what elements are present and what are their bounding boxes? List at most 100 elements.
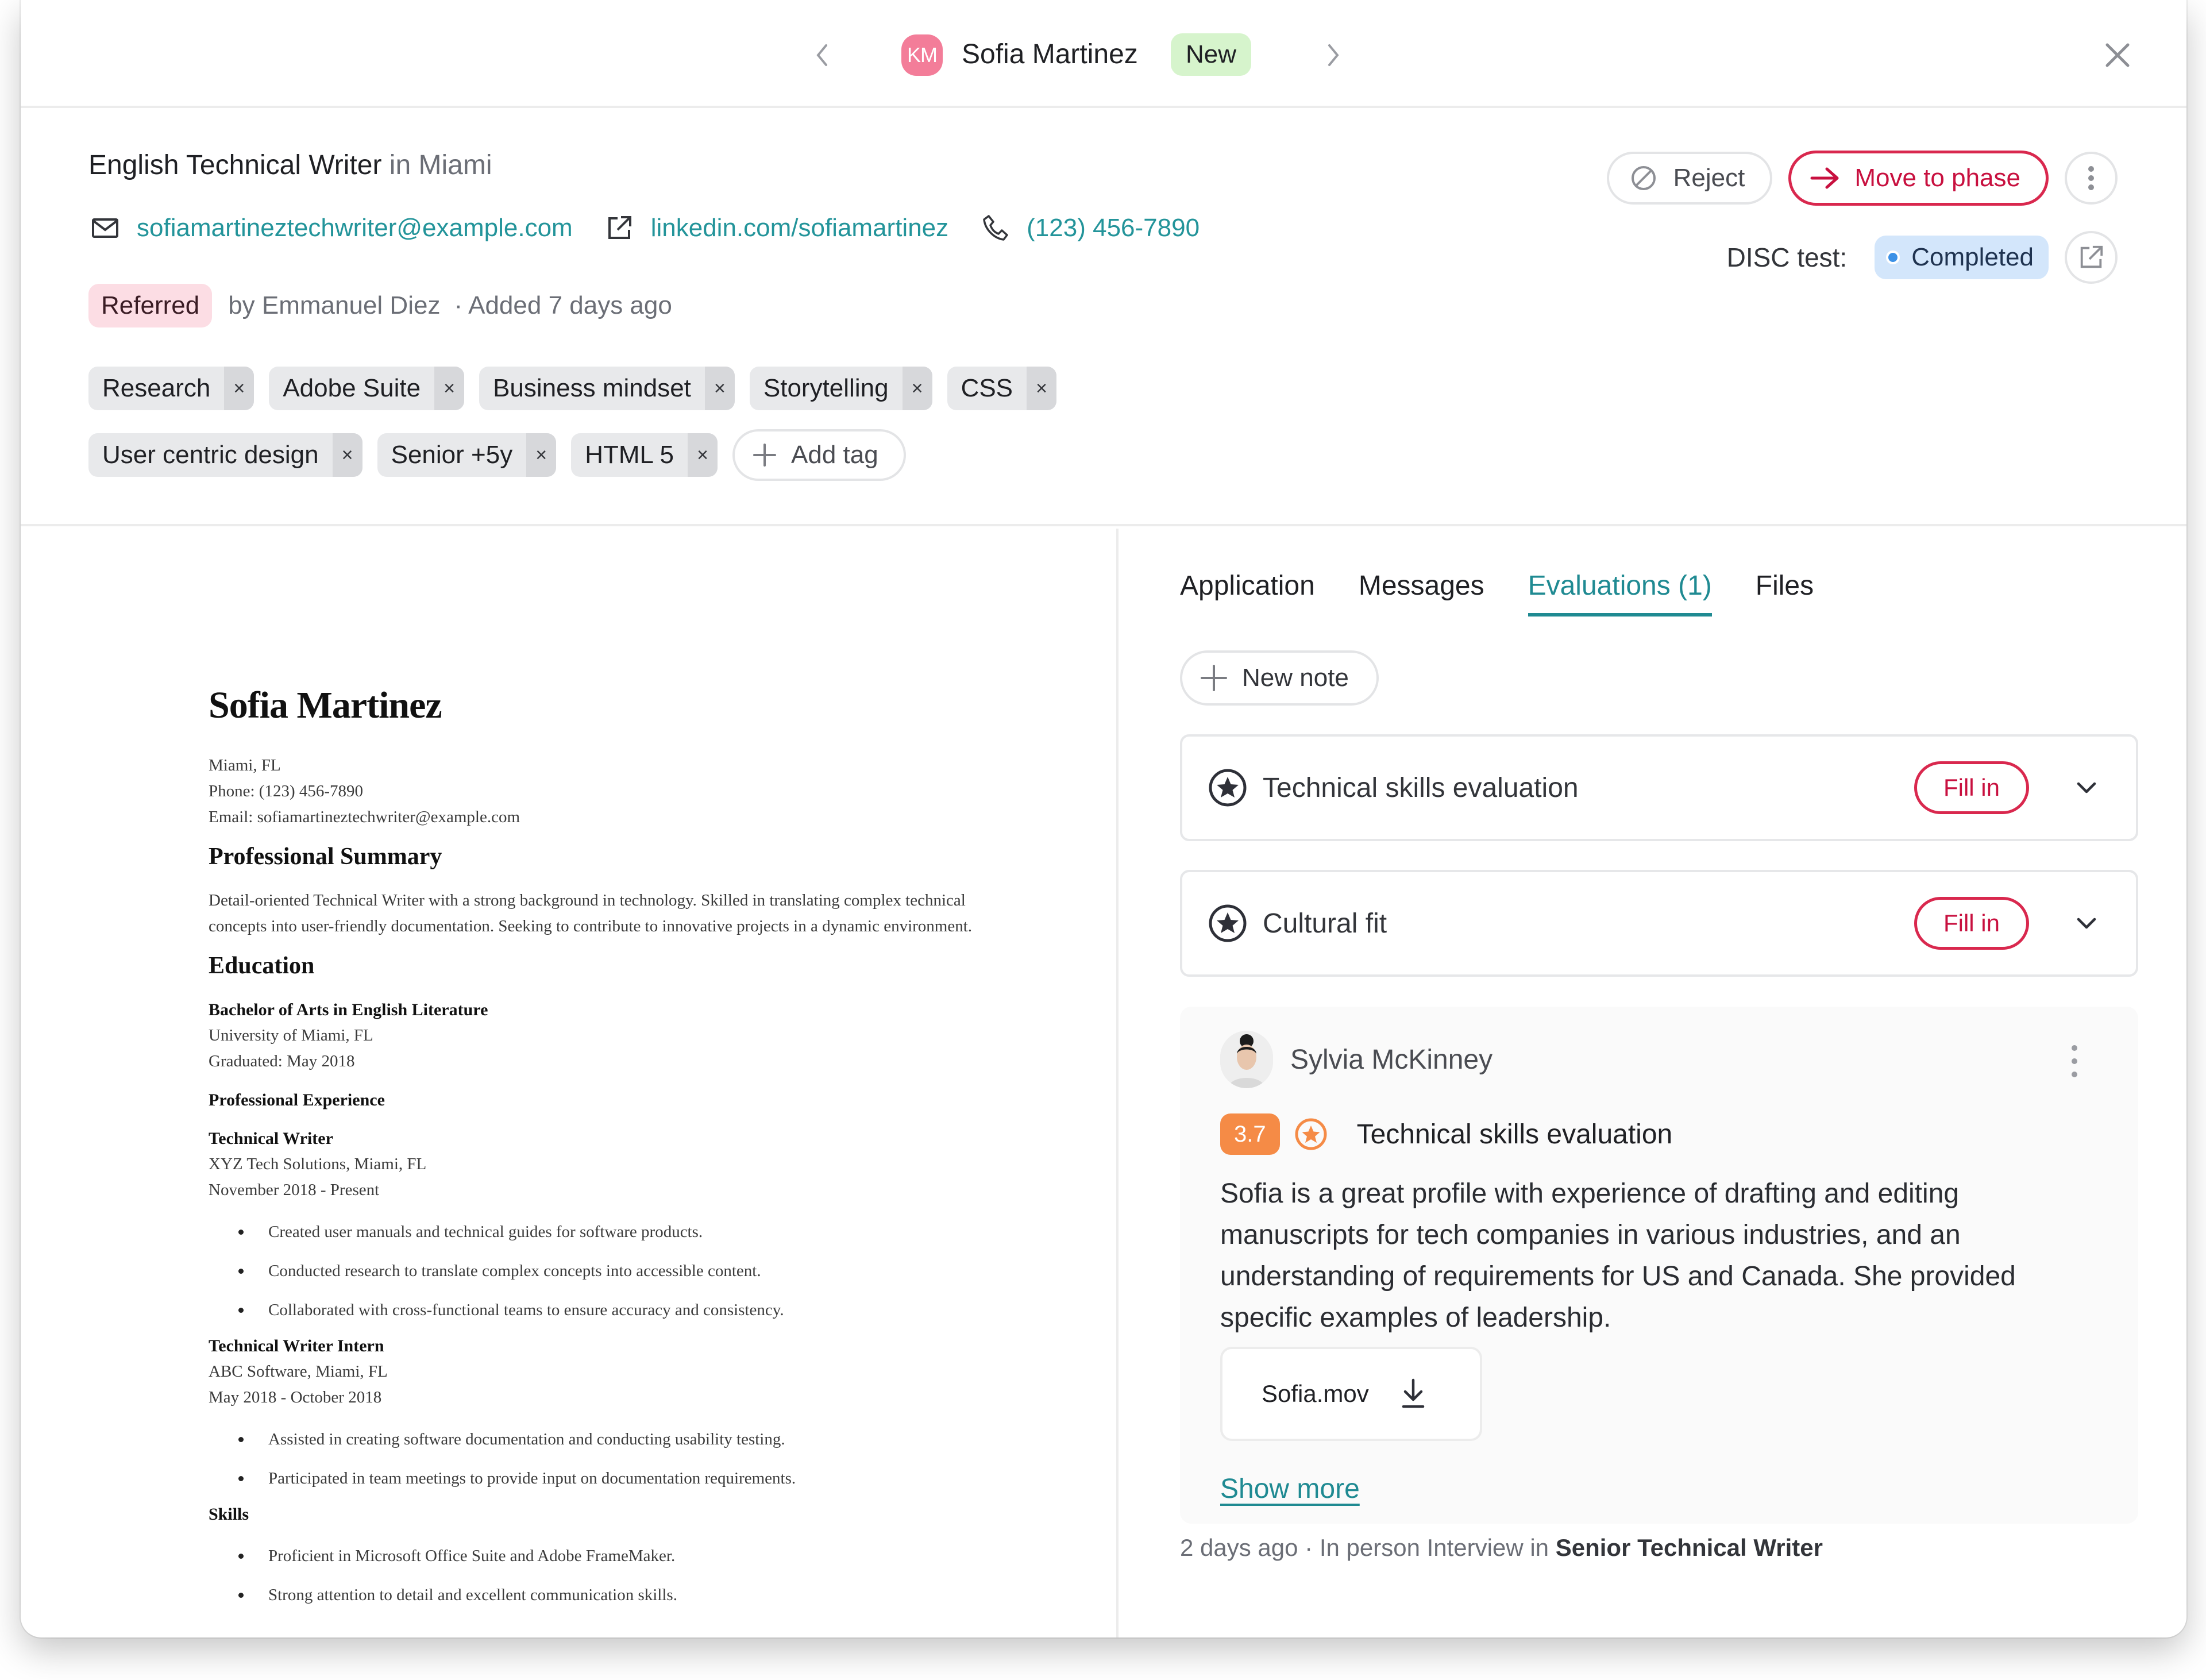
attachment-download[interactable]: Sofia.mov xyxy=(1220,1347,1482,1441)
resume-document: Sofia Martinez Miami, FL Phone: (123) 45… xyxy=(209,684,973,1618)
remove-tag-button[interactable]: × xyxy=(902,367,932,410)
tab-application[interactable]: Application xyxy=(1180,570,1315,616)
resume-viewer[interactable]: Sofia Martinez Miami, FL Phone: (123) 45… xyxy=(21,529,1119,1637)
close-button[interactable] xyxy=(2100,38,2135,72)
fill-in-button[interactable]: Fill in xyxy=(1914,897,2029,950)
star-badge-icon xyxy=(1209,769,1247,807)
disc-test-row: DISC test: Completed xyxy=(1727,231,2118,284)
source-badge: Referred xyxy=(88,284,213,327)
resume-job-title: Technical Writer Intern xyxy=(209,1336,384,1355)
note-evaluation-row: 3.7 Technical skills evaluation xyxy=(1220,1113,1672,1155)
tag: Senior +5y × xyxy=(377,433,557,477)
tag: CSS × xyxy=(947,367,1057,410)
previous-candidate-button[interactable] xyxy=(808,38,836,72)
phone-link[interactable]: (123) 456-7890 xyxy=(1027,214,1200,242)
evaluation-card[interactable]: Cultural fit Fill in xyxy=(1180,870,2138,977)
score-badge: 3.7 xyxy=(1220,1113,1280,1155)
remove-tag-button[interactable]: × xyxy=(224,367,254,410)
resume-bullet: Conducted research to translate complex … xyxy=(238,1251,973,1290)
resume-name: Sofia Martinez xyxy=(209,684,442,726)
candidate-name: Sofia Martinez xyxy=(962,39,1138,70)
mail-icon xyxy=(92,218,118,238)
linkedin-contact: linkedin.com/sofiamartinez xyxy=(605,214,948,242)
author-avatar xyxy=(1220,1031,1273,1088)
separator: · xyxy=(454,291,463,319)
tag-label: HTML 5 xyxy=(585,441,674,469)
evaluation-card[interactable]: Technical skills evaluation Fill in xyxy=(1180,734,2138,841)
tag-label: CSS xyxy=(961,374,1013,402)
download-icon xyxy=(1402,1378,1424,1408)
person-photo-icon xyxy=(1220,1031,1273,1088)
tab-messages[interactable]: Messages xyxy=(1359,570,1484,616)
referred-by: by Emmanuel Diez xyxy=(228,291,441,319)
phone-icon xyxy=(983,215,1008,241)
note-context: · In person Interview in xyxy=(1305,1534,1549,1561)
resume-bullet: Proficient in Microsoft Office Suite and… xyxy=(238,1536,973,1575)
reject-button[interactable]: Reject xyxy=(1606,152,1773,205)
tag: Adobe Suite × xyxy=(269,367,465,410)
resume-phone: Phone: (123) 456-7890 xyxy=(209,782,364,800)
candidate-modal: KM Sofia Martinez New English Technical … xyxy=(21,0,2186,1637)
more-options-button[interactable] xyxy=(2065,152,2118,205)
plus-icon xyxy=(753,444,777,467)
email-contact: sofiamartineztechwriter@example.com xyxy=(91,214,573,242)
remove-tag-button[interactable]: × xyxy=(1027,367,1057,410)
resume-job-bullets: Assisted in creating software documentat… xyxy=(209,1420,973,1498)
linkedin-link[interactable]: linkedin.com/sofiamartinez xyxy=(651,214,948,242)
move-to-phase-label: Move to phase xyxy=(1854,164,2020,192)
note-job: Senior Technical Writer xyxy=(1555,1534,1823,1561)
open-disc-test-button[interactable] xyxy=(2065,231,2118,284)
tag-label: Senior +5y xyxy=(391,441,513,469)
evaluation-title: Cultural fit xyxy=(1263,908,1387,939)
email-link[interactable]: sofiamartineztechwriter@example.com xyxy=(137,214,573,242)
job-location: Miami xyxy=(418,150,492,180)
more-vertical-icon[interactable] xyxy=(2066,1041,2083,1081)
chevron-down-icon[interactable] xyxy=(2074,911,2099,936)
tab-evaluations[interactable]: Evaluations (1) xyxy=(1528,570,1712,616)
disc-status-badge: Completed xyxy=(1875,236,2049,279)
show-more-link[interactable]: Show more xyxy=(1220,1473,1360,1505)
tab-files[interactable]: Files xyxy=(1756,570,1814,616)
tag: HTML 5 × xyxy=(571,433,718,477)
arrow-right-icon xyxy=(1810,167,1839,189)
disc-status: Completed xyxy=(1911,243,2034,271)
external-link-icon xyxy=(608,216,631,239)
resume-bullet: Strong attention to detail and excellent… xyxy=(238,1575,973,1615)
resume-bullet: Participated in team meetings to provide… xyxy=(238,1459,973,1498)
resume-bullet: Assisted in creating software documentat… xyxy=(238,1420,973,1459)
job-location-prefix: in xyxy=(389,150,411,180)
new-note-label: New note xyxy=(1242,664,1349,692)
evaluation-title: Technical skills evaluation xyxy=(1263,772,1579,803)
note-footer: 2 days ago · In person Interview in Seni… xyxy=(1180,1534,1823,1562)
resume-summary: Detail-oriented Technical Writer with a … xyxy=(209,891,973,935)
resume-job-bullets: Created user manuals and technical guide… xyxy=(209,1212,973,1330)
more-vertical-icon xyxy=(2088,166,2094,190)
note-time: 2 days ago xyxy=(1180,1534,1298,1561)
new-note-button[interactable]: New note xyxy=(1180,650,1379,706)
disc-test-label: DISC test: xyxy=(1726,242,1848,272)
resume-job-company: ABC Software, Miami, FL xyxy=(209,1362,388,1381)
resume-bullet: Collaborated with cross-functional teams… xyxy=(238,1290,973,1330)
add-tag-button[interactable]: Add tag xyxy=(732,429,906,481)
resume-location: Miami, FL xyxy=(209,756,281,775)
remove-tag-button[interactable]: × xyxy=(434,367,465,410)
modal-topbar: KM Sofia Martinez New xyxy=(21,0,2186,108)
remove-tag-button[interactable]: × xyxy=(526,433,557,477)
source-row: Referred by Emmanuel Diez · Added 7 days… xyxy=(88,284,672,327)
tag-label: Adobe Suite xyxy=(283,374,421,402)
move-to-phase-button[interactable]: Move to phase xyxy=(1788,151,2049,206)
remove-tag-button[interactable]: × xyxy=(704,367,735,410)
remove-tag-button[interactable]: × xyxy=(688,433,718,477)
candidate-avatar: KM xyxy=(901,34,943,76)
chevron-down-icon[interactable] xyxy=(2074,775,2099,800)
status-badge: New xyxy=(1171,33,1252,76)
resume-education-heading: Education xyxy=(209,953,315,979)
next-candidate-button[interactable] xyxy=(1319,38,1348,72)
evaluation-note: Sylvia McKinney 3.7 Technical skills eva… xyxy=(1180,1007,2138,1524)
fill-in-button[interactable]: Fill in xyxy=(1914,761,2029,814)
add-tag-label: Add tag xyxy=(791,441,878,469)
tag-label: Storytelling xyxy=(763,374,889,402)
remove-tag-button[interactable]: × xyxy=(332,433,362,477)
external-link-icon xyxy=(2080,245,2103,268)
resume-skills-heading: Skills xyxy=(209,1505,249,1524)
